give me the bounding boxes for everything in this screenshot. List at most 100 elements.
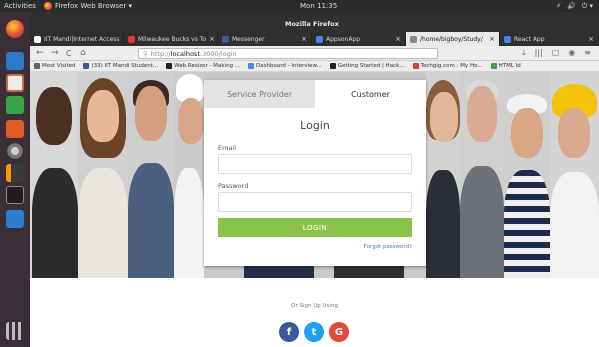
back-button[interactable]: ← xyxy=(36,48,44,58)
vscode-icon[interactable] xyxy=(6,210,24,228)
bookmark-label: Techgig.com : My Ho... xyxy=(420,63,483,69)
forgot-password-link[interactable]: Forgot password? xyxy=(364,244,412,250)
tab-customer[interactable]: Customer xyxy=(315,80,426,108)
bookmark-label: HTML Id xyxy=(498,63,521,69)
url-bar[interactable]: ⚲ http:// localhost :3000/login xyxy=(138,48,438,59)
bookmark-favicon xyxy=(166,63,173,69)
library-icon[interactable]: ||| xyxy=(535,48,543,58)
sidebar-icon[interactable]: ▢ xyxy=(552,48,560,58)
bookmark-iit-mandi[interactable]: (33) IIT Mandi Student... xyxy=(83,63,158,69)
bookmark-label: Getting Started | Hack... xyxy=(337,63,405,69)
forward-button[interactable]: → xyxy=(51,48,59,58)
banner-person xyxy=(78,72,128,278)
bookmark-favicon xyxy=(490,63,497,69)
navigation-bar: ← → C ⌂ ⚲ http:// localhost :3000/login … xyxy=(30,46,599,61)
close-icon[interactable]: × xyxy=(209,35,215,43)
bookmark-techgig[interactable]: Techgig.com : My Ho... xyxy=(412,63,483,69)
email-field[interactable] xyxy=(218,154,412,174)
tab-appsonapp[interactable]: AppsonApp × xyxy=(312,32,406,46)
window-titlebar: Mozilla Firefox xyxy=(30,12,599,32)
tab-favicon xyxy=(316,35,323,43)
calc-icon[interactable] xyxy=(6,96,24,114)
window-title: Mozilla Firefox xyxy=(285,20,339,28)
tab-label: React App xyxy=(514,35,545,43)
home-icon xyxy=(410,35,417,43)
banner-person xyxy=(174,72,204,278)
url-path: :3000/login xyxy=(199,49,237,58)
tab-label: AppsonApp xyxy=(326,35,361,43)
apps-grid-icon[interactable] xyxy=(6,322,24,340)
banner-person xyxy=(128,72,174,278)
bookmark-most-visited[interactable]: Most Visited xyxy=(34,63,75,69)
tab-favicon xyxy=(128,35,135,43)
system-tray[interactable]: ⚡ 🔊 ⏻ ▾ xyxy=(556,2,593,11)
banner-person xyxy=(426,72,460,278)
close-icon[interactable]: × xyxy=(588,35,594,43)
twitter-icon: t xyxy=(311,326,317,338)
volume-icon[interactable]: 🔊 xyxy=(567,2,576,11)
terminal-icon[interactable] xyxy=(6,186,24,204)
sublime-text-icon[interactable] xyxy=(6,164,24,182)
bookmark-dashboard[interactable]: Dashboard - Interview... xyxy=(248,63,322,69)
tab-messenger[interactable]: Messenger × xyxy=(218,32,312,46)
close-icon[interactable]: × xyxy=(489,35,495,43)
document-viewer-icon[interactable] xyxy=(6,74,24,92)
password-field[interactable] xyxy=(218,192,412,212)
twitter-signup-button[interactable]: t xyxy=(304,322,324,342)
bookmark-favicon xyxy=(248,63,255,69)
writer-icon[interactable] xyxy=(6,52,24,70)
extension-icon[interactable]: ◉ xyxy=(568,48,575,58)
tab-label: Messenger xyxy=(232,35,265,43)
launcher xyxy=(0,12,30,347)
bookmark-label: Dashboard - Interview... xyxy=(256,63,322,69)
bookmark-web-resizer[interactable]: Web Resizer - Making ... xyxy=(166,63,240,69)
tab-favicon xyxy=(222,35,229,43)
system-top-bar: Activities Firefox Web Browser ▾ Mon 11:… xyxy=(0,0,599,12)
banner-person xyxy=(550,72,599,278)
signup-heading: Or Sign Up Using xyxy=(291,303,338,309)
banner-person xyxy=(460,72,504,278)
close-icon[interactable]: × xyxy=(301,35,307,43)
login-button[interactable]: LOGIN xyxy=(218,218,412,237)
url-host: localhost xyxy=(170,49,200,58)
clock[interactable]: Mon 11:35 xyxy=(300,2,337,10)
firefox-icon[interactable] xyxy=(6,20,24,38)
bookmark-html-id[interactable]: HTML Id xyxy=(490,63,521,69)
tab-favicon xyxy=(34,35,41,43)
bookmarks-bar: Most Visited (33) IIT Mandi Student... W… xyxy=(30,61,599,72)
software-center-icon[interactable] xyxy=(6,120,24,138)
tab-local-file[interactable]: /home/bigboy/Study/ × xyxy=(406,32,500,46)
login-tabs: Service Provider Customer xyxy=(204,80,426,108)
tab-service-provider[interactable]: Service Provider xyxy=(204,80,315,108)
tab-strip: IIT Mandi|Internet Access × Milwaukee Bu… xyxy=(30,32,599,46)
banner-person xyxy=(30,72,78,278)
menu-icon[interactable]: ≡ xyxy=(584,48,591,58)
firefox-icon xyxy=(44,2,52,10)
facebook-signup-button[interactable]: f xyxy=(279,322,299,342)
facebook-icon: f xyxy=(286,326,292,338)
bookmark-favicon xyxy=(412,63,419,69)
activities-button[interactable]: Activities xyxy=(4,2,36,10)
bookmark-favicon xyxy=(329,63,336,69)
download-icon[interactable]: ⤓ xyxy=(522,48,526,58)
tab-react-app[interactable]: React App × xyxy=(500,32,599,46)
password-label: Password xyxy=(218,182,249,190)
home-button[interactable]: ⌂ xyxy=(80,48,86,58)
tab-milwaukee-bucks[interactable]: Milwaukee Bucks vs To × xyxy=(124,32,218,46)
network-icon[interactable]: ⚡ xyxy=(556,2,561,11)
tab-favicon xyxy=(504,35,511,43)
settings-icon[interactable] xyxy=(6,142,24,160)
app-menu[interactable]: Firefox Web Browser ▾ xyxy=(44,2,132,10)
login-card: Service Provider Customer Login Email Pa… xyxy=(204,80,426,266)
tab-label: /home/bigboy/Study/ xyxy=(420,35,483,43)
bookmark-label: Most Visited xyxy=(42,63,76,69)
google-signup-button[interactable]: G xyxy=(329,322,349,342)
email-label: Email xyxy=(218,144,237,152)
close-icon[interactable]: × xyxy=(395,35,401,43)
tab-iit-mandi[interactable]: IIT Mandi|Internet Access × xyxy=(30,32,124,46)
url-scheme: http:// xyxy=(150,49,171,58)
bookmark-getting-started[interactable]: Getting Started | Hack... xyxy=(329,63,405,69)
power-icon[interactable]: ⏻ ▾ xyxy=(582,2,593,11)
gear-icon xyxy=(34,63,40,69)
reload-button[interactable]: C xyxy=(66,49,72,58)
